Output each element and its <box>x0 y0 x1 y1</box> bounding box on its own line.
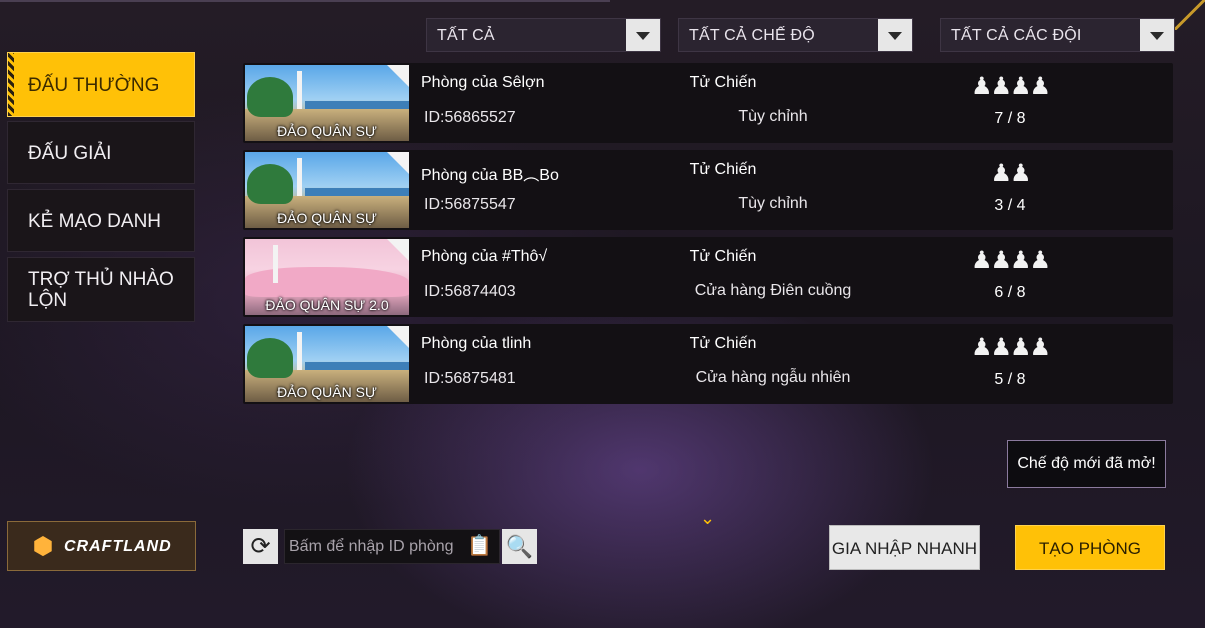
clipboard-icon[interactable]: 📋 <box>467 534 492 558</box>
menu-item-label: KẺ MẠO DANH <box>28 211 162 232</box>
map-name: ĐẢO QUÂN SỰ <box>277 210 377 226</box>
room-row[interactable]: ĐẢO QUÂN SỰ Phòng của Sêlợn ID:56865527 … <box>243 63 1173 143</box>
map-name: ĐẢO QUÂN SỰ <box>277 123 377 139</box>
top-divider <box>0 0 610 2</box>
player-icons: ♟♟♟♟ <box>970 247 1051 274</box>
menu-item-stunt-assist[interactable]: TRỢ THỦ NHÀO LỘN <box>7 257 195 322</box>
room-id: ID:56874403 <box>424 283 516 300</box>
player-count: 7 / 8 <box>994 110 1026 127</box>
room-submode: Tùy chỉnh <box>738 195 808 212</box>
menu-item-impostor[interactable]: KẺ MẠO DANH <box>7 189 195 252</box>
filter-all[interactable]: TẤT CẢ <box>426 18 661 52</box>
room-row[interactable]: ĐẢO QUÂN SỰ Phòng của BB︵Bo ID:56875547 … <box>243 150 1173 230</box>
room-id: ID:56865527 <box>424 109 516 126</box>
room-mode: Tử Chiến <box>689 248 757 265</box>
map-name: ĐẢO QUÂN SỰ <box>277 384 377 400</box>
room-submode: Cửa hàng ngẫu nhiên <box>695 369 851 386</box>
create-room-label: TẠO PHÒNG <box>1038 539 1141 558</box>
room-name: Phòng của tlinh <box>421 335 532 352</box>
player-icons: ♟♟♟♟ <box>970 334 1051 361</box>
room-row[interactable]: ĐẢO QUÂN SỰ Phòng của tlinh ID:56875481 … <box>243 324 1173 404</box>
room-mode: Tử Chiến <box>689 161 757 178</box>
room-name: Phòng của Sêlợn <box>421 74 545 91</box>
corner-decoration <box>1175 0 1205 30</box>
filter-all-label: TẤT CẢ <box>437 27 495 44</box>
filter-modes[interactable]: TẤT CẢ CHẾ ĐỘ <box>678 18 913 52</box>
room-id: ID:56875547 <box>424 196 516 213</box>
quick-join-button[interactable]: GIA NHẬP NHANH <box>829 525 980 570</box>
craftland-button[interactable]: ⬢ CRAFTLAND <box>7 521 196 571</box>
player-count: 3 / 4 <box>994 197 1026 214</box>
chevron-down-icon[interactable] <box>878 19 912 51</box>
map-thumbnail: ĐẢO QUÂN SỰ <box>245 152 409 228</box>
map-name: ĐẢO QUÂN SỰ 2.0 <box>265 297 389 313</box>
new-mode-notice[interactable]: Chế độ mới đã mở! <box>1007 440 1166 488</box>
craftland-label: CRAFTLAND <box>64 538 172 555</box>
room-mode: Tử Chiến <box>689 74 757 91</box>
chevron-down-icon[interactable]: ⌄ <box>700 508 715 529</box>
player-icons: ♟♟♟♟ <box>970 73 1051 100</box>
room-submode: Tùy chỉnh <box>738 108 808 125</box>
menu-item-label: ĐẤU THƯỜNG <box>28 75 160 96</box>
room-submode: Cửa hàng Điên cuồng <box>694 282 852 299</box>
menu-item-tournament[interactable]: ĐẤU GIẢI <box>7 121 195 184</box>
notice-text: Chế độ mới đã mở! <box>1017 455 1156 472</box>
filter-teams-label: TẤT CẢ CÁC ĐỘI <box>951 27 1082 44</box>
create-room-button[interactable]: TẠO PHÒNG <box>1015 525 1165 570</box>
room-name: Phòng của #Thô√ <box>421 248 548 265</box>
menu-item-label: TRỢ THỦ NHÀO LỘN <box>28 269 174 311</box>
corner-flag-icon <box>387 65 409 87</box>
refresh-icon[interactable]: ⟳ <box>243 529 278 564</box>
corner-flag-icon <box>387 326 409 348</box>
player-count: 5 / 8 <box>994 371 1026 388</box>
filter-teams[interactable]: TẤT CẢ CÁC ĐỘI <box>940 18 1175 52</box>
menu-item-label: ĐẤU GIẢI <box>28 143 112 164</box>
corner-flag-icon <box>387 152 409 174</box>
room-row[interactable]: ĐẢO QUÂN SỰ 2.0 Phòng của #Thô√ ID:56874… <box>243 237 1173 317</box>
quick-join-label: GIA NHẬP NHANH <box>831 539 978 558</box>
menu-item-normal-match[interactable]: ĐẤU THƯỜNG <box>7 52 195 117</box>
player-count: 6 / 8 <box>994 284 1026 301</box>
room-name: Phòng của BB︵Bo <box>421 167 559 184</box>
chevron-down-icon[interactable] <box>626 19 660 51</box>
map-thumbnail: ĐẢO QUÂN SỰ <box>245 326 409 402</box>
chevron-down-icon[interactable] <box>1140 19 1174 51</box>
room-mode: Tử Chiến <box>689 335 757 352</box>
search-icon[interactable]: 🔍 <box>502 529 537 564</box>
room-id: ID:56875481 <box>424 370 516 387</box>
map-thumbnail: ĐẢO QUÂN SỰ 2.0 <box>245 239 409 315</box>
player-icons: ♟♟ <box>990 160 1031 187</box>
filter-modes-label: TẤT CẢ CHẾ ĐỘ <box>689 27 815 44</box>
map-thumbnail: ĐẢO QUÂN SỰ <box>245 65 409 141</box>
craftland-logo-icon: ⬢ <box>32 533 54 560</box>
corner-flag-icon <box>387 239 409 261</box>
